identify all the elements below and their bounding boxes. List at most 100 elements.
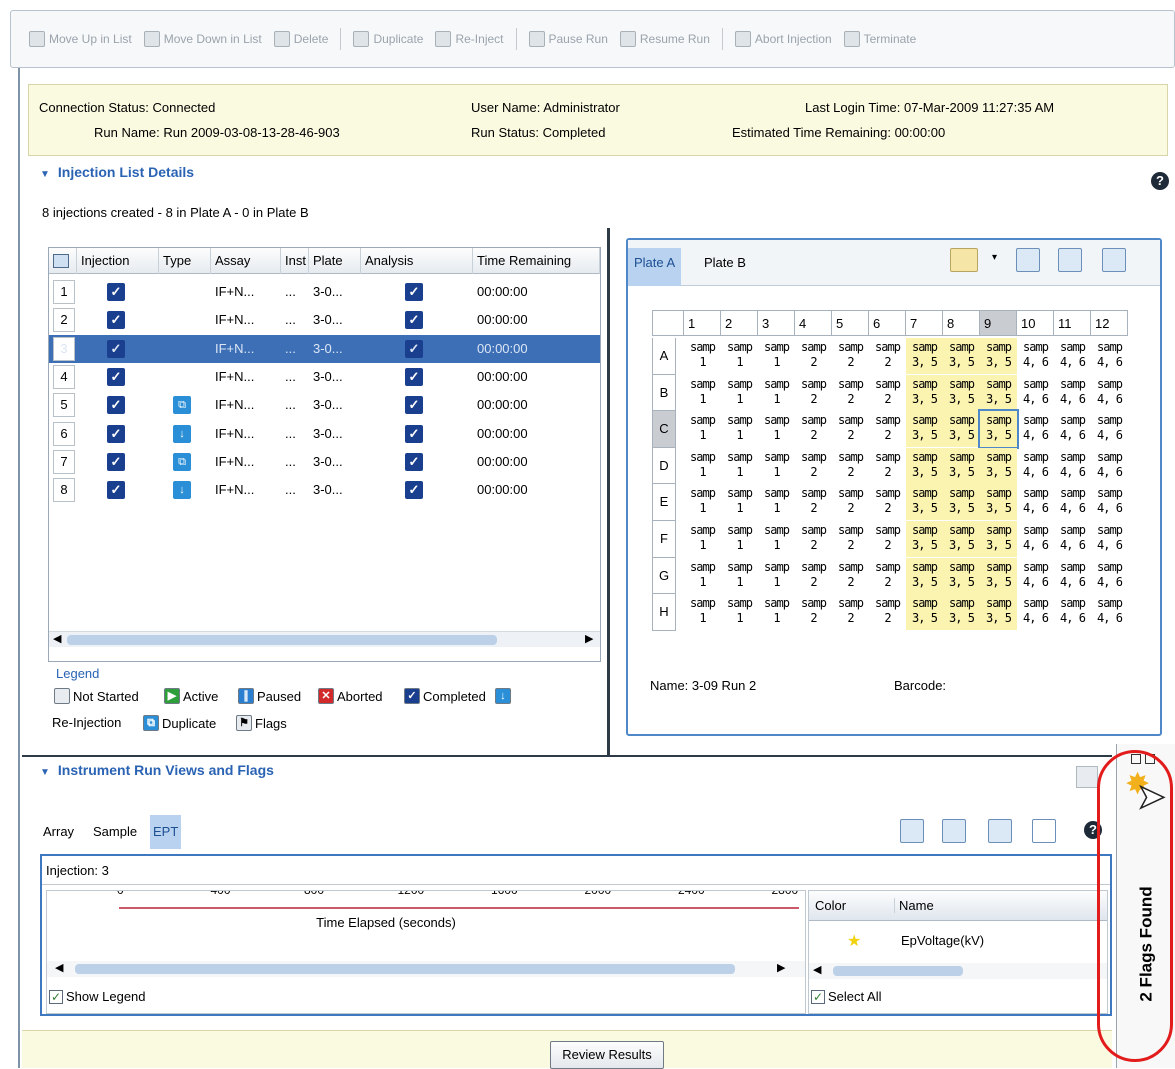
- plate-well[interactable]: samp 3, 5: [943, 521, 980, 557]
- zoom-icon[interactable]: [950, 248, 978, 272]
- plate-well[interactable]: samp 2: [795, 594, 832, 630]
- plate-well[interactable]: samp 4, 6: [1017, 521, 1054, 557]
- plate-well[interactable]: samp 3, 5: [980, 484, 1017, 521]
- plate-well[interactable]: samp 1: [721, 448, 758, 484]
- help-icon[interactable]: ?: [1151, 172, 1169, 190]
- plate-well[interactable]: samp 2: [795, 375, 832, 411]
- plate-well[interactable]: samp 4, 6: [1054, 484, 1091, 520]
- plate-well[interactable]: samp 2: [795, 484, 832, 520]
- table-row[interactable]: 2 ✓ IF+N...... 3-0... ✓ 00:00:00: [49, 306, 600, 334]
- reinject-button[interactable]: Re-Inject: [435, 31, 504, 47]
- plate-well[interactable]: samp 4, 6: [1091, 558, 1128, 594]
- plate-column-header[interactable]: 3: [758, 310, 795, 336]
- detach-window-icon[interactable]: [1032, 819, 1056, 843]
- plate-well[interactable]: samp 1: [758, 338, 795, 374]
- plate-column-header[interactable]: 7: [906, 310, 943, 336]
- plate-well[interactable]: samp 3, 5: [980, 447, 1017, 484]
- injection-checkbox[interactable]: ✓: [107, 452, 125, 471]
- plate-well[interactable]: samp 4, 6: [1054, 338, 1091, 374]
- plate-well[interactable]: samp 1: [758, 558, 795, 594]
- pause-run-button[interactable]: Pause Run: [528, 31, 608, 47]
- column-header-assay[interactable]: Assay: [211, 248, 281, 274]
- plate-well[interactable]: samp 2: [795, 338, 832, 374]
- plate-well[interactable]: samp 1: [721, 521, 758, 557]
- plate-well[interactable]: samp 3, 5: [980, 521, 1017, 557]
- plate-well[interactable]: samp 4, 6: [1091, 521, 1128, 557]
- vertical-splitter[interactable]: [607, 228, 610, 756]
- plate-row-header[interactable]: B: [652, 374, 676, 412]
- plate-column-header[interactable]: 4: [795, 310, 832, 336]
- plate-column-header[interactable]: 9: [980, 310, 1017, 336]
- plate-well[interactable]: samp 3, 5: [980, 338, 1017, 374]
- injection-checkbox[interactable]: ✓: [107, 339, 125, 358]
- plate-well[interactable]: samp 2: [869, 521, 906, 557]
- plate-well[interactable]: samp 3, 5: [943, 338, 980, 374]
- plate-well[interactable]: samp 4, 6: [1054, 411, 1091, 447]
- delete-button[interactable]: Delete: [273, 31, 328, 47]
- plate-row-header[interactable]: C: [652, 411, 676, 448]
- scrollbar-thumb[interactable]: [67, 635, 497, 645]
- table-row[interactable]: 7 ✓ IF+N...... 3-0... ✓ 00:00:00 ⧉: [49, 448, 600, 476]
- table-row[interactable]: 3 ✓ IF+N...... 3-0... ✓ 00:00:00: [49, 334, 600, 363]
- scroll-left-icon[interactable]: ◀: [813, 963, 821, 976]
- plate-well[interactable]: samp 3, 5: [980, 374, 1017, 411]
- collapse-icon[interactable]: [942, 819, 966, 843]
- plate-well[interactable]: samp 3, 5: [943, 374, 980, 411]
- tab-sample[interactable]: Sample: [90, 815, 140, 849]
- plate-well[interactable]: samp 4, 6: [1054, 375, 1091, 411]
- table-row[interactable]: 4 ✓ IF+N...... 3-0... ✓ 00:00:00: [49, 363, 600, 391]
- analysis-checkbox[interactable]: ✓: [405, 396, 423, 415]
- select-all-checkbox[interactable]: ✓ Select All: [811, 989, 881, 1004]
- tab-array[interactable]: Array: [40, 815, 77, 849]
- plate-well[interactable]: samp 4, 6: [1091, 375, 1128, 411]
- plate-well[interactable]: samp 3, 5: [906, 594, 943, 631]
- plate-well[interactable]: samp 2: [832, 594, 869, 630]
- column-header-color[interactable]: Color: [815, 898, 895, 913]
- plate-well[interactable]: samp 3, 5: [906, 447, 943, 484]
- column-header-analysis[interactable]: Analysis: [361, 248, 473, 274]
- expand-rows-icon[interactable]: [1016, 248, 1040, 272]
- plate-well[interactable]: samp 1: [758, 521, 795, 557]
- tab-plate-b[interactable]: Plate B: [698, 248, 752, 286]
- dropdown-arrow-icon[interactable]: ▾: [992, 252, 997, 263]
- tab-plate-a[interactable]: Plate A: [628, 248, 682, 286]
- show-legend-checkbox[interactable]: ✓ Show Legend: [49, 989, 146, 1004]
- scrollbar-thumb[interactable]: [833, 966, 963, 976]
- plate-row-header[interactable]: G: [652, 557, 676, 595]
- column-header-time-remaining[interactable]: Time Remaining: [473, 248, 600, 274]
- plate-well[interactable]: samp 3, 5: [943, 484, 980, 521]
- plate-well[interactable]: samp 2: [795, 558, 832, 594]
- plate-well[interactable]: samp 4, 6: [1017, 375, 1054, 411]
- injection-list-section-header[interactable]: ▼ Injection List Details: [40, 164, 194, 180]
- scroll-left-icon[interactable]: ◀: [55, 961, 63, 974]
- plate-well[interactable]: samp 1: [758, 375, 795, 411]
- plate-well[interactable]: samp 1: [721, 375, 758, 411]
- plate-well[interactable]: samp 2: [869, 411, 906, 447]
- analysis-checkbox[interactable]: ✓: [405, 452, 423, 471]
- plate-well[interactable]: samp 2: [832, 448, 869, 484]
- plate-well[interactable]: samp 2: [795, 411, 832, 447]
- plate-well[interactable]: samp 2: [832, 484, 869, 520]
- plate-well[interactable]: samp 3, 5: [906, 411, 943, 448]
- tab-ept[interactable]: EPT: [150, 815, 182, 849]
- plate-well[interactable]: samp 2: [869, 448, 906, 484]
- plate-row-header[interactable]: H: [652, 594, 676, 631]
- injection-checkbox[interactable]: ✓: [107, 396, 125, 415]
- plate-well[interactable]: samp 1: [684, 594, 721, 630]
- plate-well[interactable]: samp 1: [684, 375, 721, 411]
- plate-well[interactable]: samp 4, 6: [1054, 558, 1091, 594]
- plate-well[interactable]: samp 3, 5: [943, 557, 980, 594]
- plate-well[interactable]: samp 4, 6: [1017, 338, 1054, 374]
- plate-well[interactable]: samp 1: [721, 484, 758, 520]
- plate-well[interactable]: samp 4, 6: [1017, 558, 1054, 594]
- analysis-checkbox[interactable]: ✓: [405, 311, 423, 330]
- fit-view-icon[interactable]: [1102, 248, 1126, 272]
- analysis-checkbox[interactable]: ✓: [405, 367, 423, 386]
- plate-well[interactable]: samp 2: [869, 338, 906, 374]
- injection-checkbox[interactable]: ✓: [107, 424, 125, 443]
- move-up-button[interactable]: Move Up in List: [29, 31, 132, 47]
- panel-toggle-button[interactable]: [1076, 766, 1098, 788]
- horizontal-scrollbar[interactable]: ◀ ▶: [49, 631, 600, 647]
- plate-column-header[interactable]: 11: [1054, 310, 1091, 336]
- plate-well[interactable]: samp 2: [869, 558, 906, 594]
